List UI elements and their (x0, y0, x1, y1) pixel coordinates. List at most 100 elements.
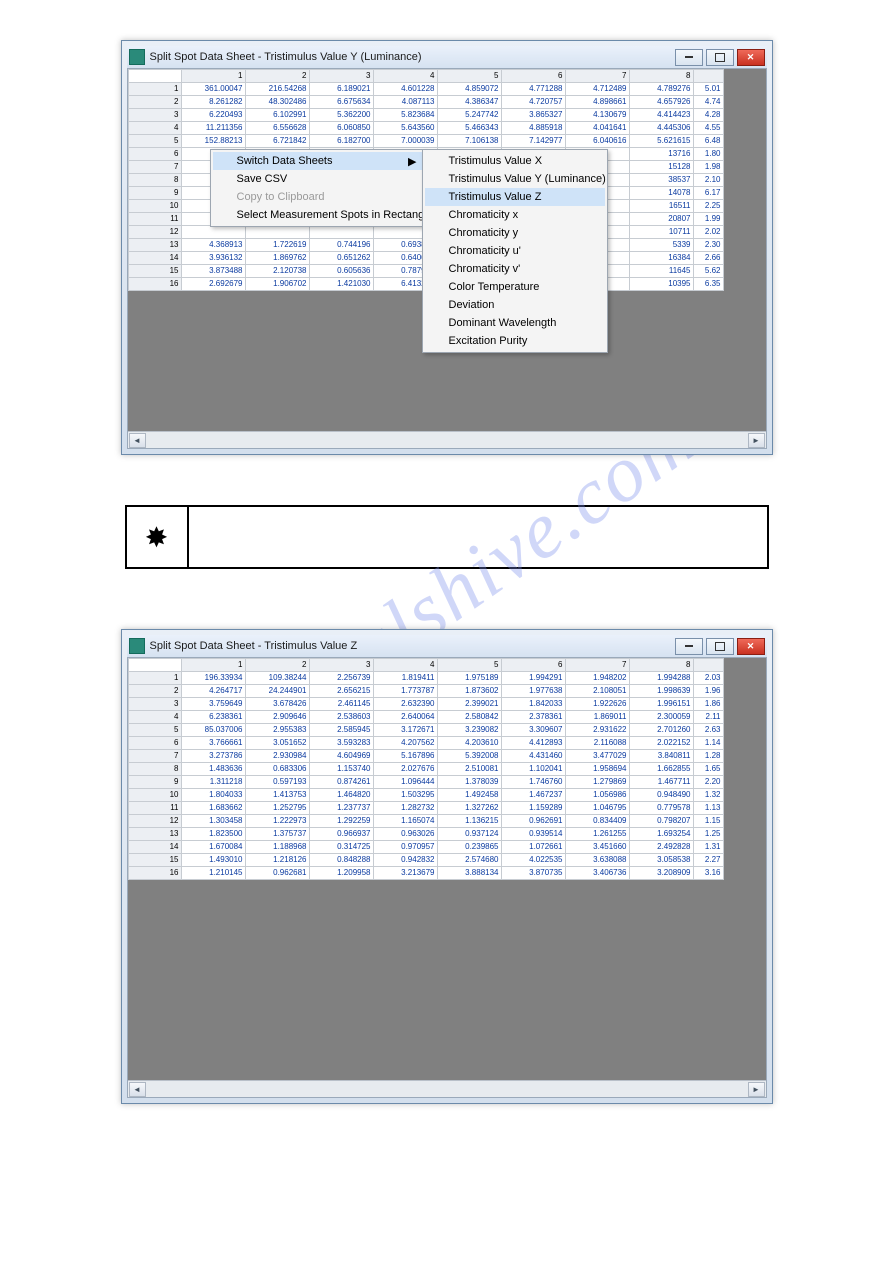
row-header[interactable]: 15 (128, 265, 181, 278)
cell[interactable]: 85.037006 (181, 724, 245, 737)
cell[interactable]: 2.27 (693, 854, 723, 867)
cell[interactable]: 1.464820 (309, 789, 373, 802)
cell[interactable]: 3.766661 (181, 737, 245, 750)
cell[interactable]: 1.13 (693, 802, 723, 815)
cell[interactable]: 1.261255 (565, 828, 629, 841)
cell[interactable]: 2.63 (693, 724, 723, 737)
cell[interactable]: 13716 (629, 148, 693, 161)
cell[interactable]: 1.252795 (245, 802, 309, 815)
row-header[interactable]: 1 (128, 672, 181, 685)
cell[interactable]: 4.431460 (501, 750, 565, 763)
column-header[interactable]: 8 (629, 70, 693, 83)
cell[interactable]: 6.35 (693, 278, 723, 291)
column-header[interactable]: 2 (245, 659, 309, 672)
submenu-item[interactable]: Dominant Wavelength (425, 314, 605, 332)
cell[interactable]: 1.222973 (245, 815, 309, 828)
cell[interactable]: 2.909646 (245, 711, 309, 724)
scroll-right-button[interactable]: ► (748, 433, 765, 448)
cell[interactable]: 3.759649 (181, 698, 245, 711)
cell[interactable]: 216.54268 (245, 83, 309, 96)
cell[interactable]: 1.958694 (565, 763, 629, 776)
cell[interactable]: 2.538603 (309, 711, 373, 724)
cell[interactable]: 1.746760 (501, 776, 565, 789)
cell[interactable]: 2.25 (693, 200, 723, 213)
titlebar[interactable]: Split Spot Data Sheet - Tristimulus Valu… (127, 635, 767, 657)
cell[interactable]: 1.31 (693, 841, 723, 854)
cell[interactable]: 5.823684 (373, 109, 437, 122)
cell[interactable]: 4.203610 (437, 737, 501, 750)
submenu-item[interactable]: Chromaticity v' (425, 260, 605, 278)
cell[interactable]: 3.273786 (181, 750, 245, 763)
submenu-item[interactable]: Color Temperature (425, 278, 605, 296)
column-header[interactable]: 6 (501, 70, 565, 83)
cell[interactable]: 1.237737 (309, 802, 373, 815)
row-header[interactable]: 3 (128, 698, 181, 711)
cell[interactable]: 3.208909 (629, 867, 693, 880)
cell[interactable]: 2.640064 (373, 711, 437, 724)
cell[interactable]: 1.693254 (629, 828, 693, 841)
cell[interactable]: 6.040616 (565, 135, 629, 148)
cell[interactable]: 1.467711 (629, 776, 693, 789)
cell[interactable]: 1.32 (693, 789, 723, 802)
cell[interactable]: 2.108051 (565, 685, 629, 698)
cell[interactable]: 1.188968 (245, 841, 309, 854)
cell[interactable]: 20807 (629, 213, 693, 226)
cell[interactable]: 3.865327 (501, 109, 565, 122)
cell[interactable]: 0.779578 (629, 802, 693, 815)
cell[interactable]: 6.102991 (245, 109, 309, 122)
cell[interactable]: 1.493010 (181, 854, 245, 867)
cell[interactable]: 2.510081 (437, 763, 501, 776)
cell[interactable]: 0.848288 (309, 854, 373, 867)
cell[interactable]: 1.994291 (501, 672, 565, 685)
cell[interactable]: 0.239865 (437, 841, 501, 854)
cell[interactable]: 4.789276 (629, 83, 693, 96)
column-header[interactable]: 4 (373, 70, 437, 83)
row-header[interactable]: 5 (128, 135, 181, 148)
cell[interactable] (245, 226, 309, 239)
cell[interactable]: 1.102041 (501, 763, 565, 776)
cell[interactable]: 4.041641 (565, 122, 629, 135)
scroll-left-button[interactable]: ◄ (129, 433, 146, 448)
cell[interactable]: 0.605636 (309, 265, 373, 278)
cell[interactable]: 0.970957 (373, 841, 437, 854)
cell[interactable]: 6.189021 (309, 83, 373, 96)
cell[interactable]: 5339 (629, 239, 693, 252)
row-header[interactable]: 3 (128, 109, 181, 122)
cell[interactable]: 5.01 (693, 83, 723, 96)
cell[interactable]: 2.461145 (309, 698, 373, 711)
cell[interactable]: 2.256739 (309, 672, 373, 685)
cell[interactable]: 1.65 (693, 763, 723, 776)
cell[interactable]: 1.86 (693, 698, 723, 711)
submenu-item[interactable]: Tristimulus Value X (425, 152, 605, 170)
cell[interactable]: 4.885918 (501, 122, 565, 135)
cell[interactable]: 2.10 (693, 174, 723, 187)
row-header[interactable]: 10 (128, 789, 181, 802)
cell[interactable] (181, 226, 245, 239)
cell[interactable]: 1.056986 (565, 789, 629, 802)
cell[interactable]: 4.712489 (565, 83, 629, 96)
cell[interactable]: 2.692679 (181, 278, 245, 291)
cell[interactable]: 2.931622 (565, 724, 629, 737)
cell[interactable]: 1.096444 (373, 776, 437, 789)
cell[interactable]: 5.621615 (629, 135, 693, 148)
cell[interactable]: 4.28 (693, 109, 723, 122)
column-header[interactable] (693, 659, 723, 672)
row-header[interactable]: 11 (128, 802, 181, 815)
minimize-button[interactable] (675, 49, 703, 66)
cell[interactable]: 1.722619 (245, 239, 309, 252)
cell[interactable]: 0.939514 (501, 828, 565, 841)
row-header[interactable]: 8 (128, 174, 181, 187)
cell[interactable]: 3.058538 (629, 854, 693, 867)
cell[interactable]: 15128 (629, 161, 693, 174)
cell[interactable]: 4.898661 (565, 96, 629, 109)
cell[interactable]: 0.744196 (309, 239, 373, 252)
cell[interactable]: 2.11 (693, 711, 723, 724)
cell[interactable]: 0.963026 (373, 828, 437, 841)
submenu-item[interactable]: Tristimulus Value Y (Luminance) (425, 170, 605, 188)
cell[interactable]: 1.413753 (245, 789, 309, 802)
row-header[interactable]: 14 (128, 252, 181, 265)
cell[interactable]: 0.942832 (373, 854, 437, 867)
cell[interactable]: 3.870735 (501, 867, 565, 880)
cell[interactable]: 3.840811 (629, 750, 693, 763)
cell[interactable]: 6.220493 (181, 109, 245, 122)
